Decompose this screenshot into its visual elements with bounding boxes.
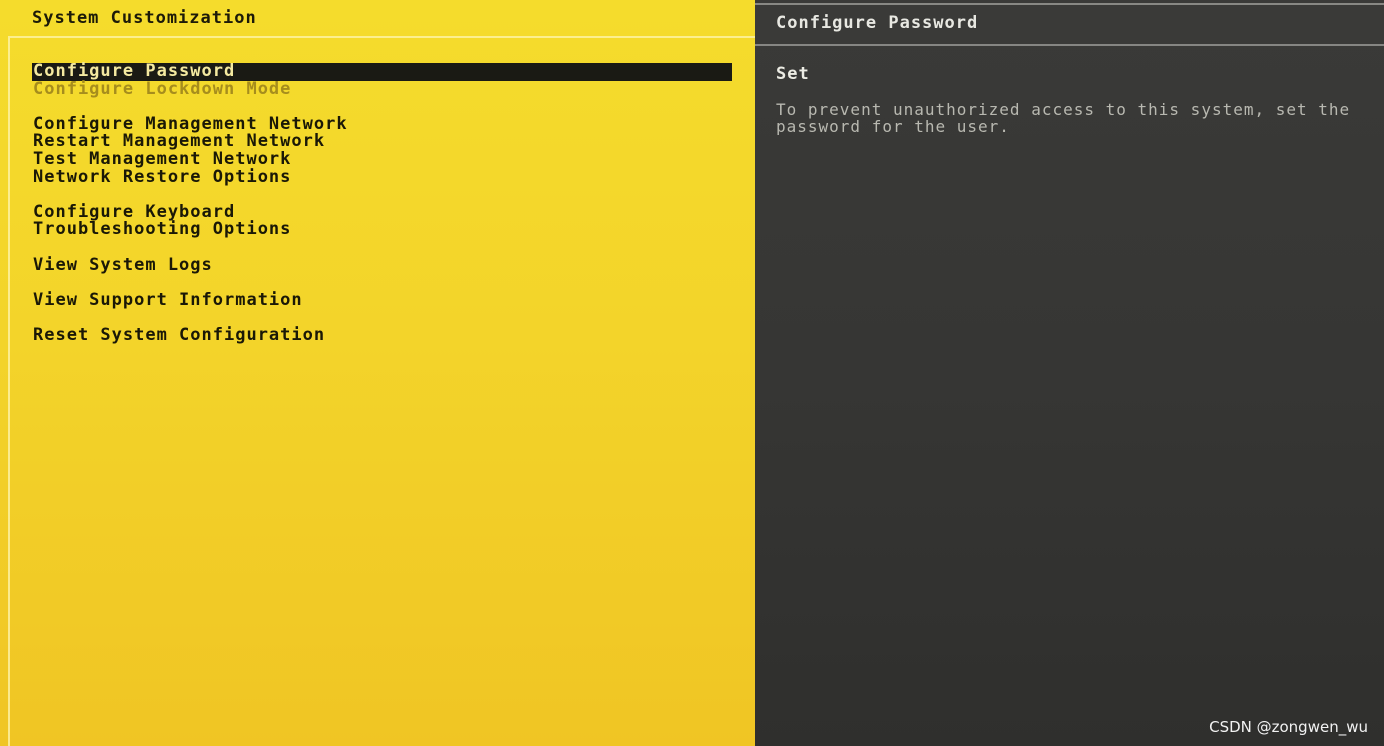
details-description: To prevent unauthorized access to this s… xyxy=(776,101,1382,135)
details-title: Configure Password xyxy=(776,13,979,33)
description-line: To prevent unauthorized access to this s… xyxy=(776,101,1351,119)
menu-spacer xyxy=(32,239,732,257)
customization-menu: Configure Password Configure Lockdown Mod… xyxy=(32,62,732,345)
details-title-rule xyxy=(755,44,1384,46)
menu-item-test-management-network[interactable]: Test Management Network xyxy=(32,150,732,169)
watermark: CSDN @zongwen_wu xyxy=(1209,718,1368,736)
menu-item-reset-system-configuration[interactable]: Reset System Configuration xyxy=(32,326,732,345)
menu-item-configure-password[interactable]: Configure Password xyxy=(32,62,732,81)
menu-item-view-system-logs[interactable]: View System Logs xyxy=(32,256,732,275)
description-line: password for the user. xyxy=(776,117,1010,135)
menu-item-network-restore-options[interactable]: Network Restore Options xyxy=(32,168,732,187)
details-top-rule xyxy=(755,3,1384,5)
password-status: Set xyxy=(776,64,810,84)
menu-item-configure-lockdown-mode[interactable]: Configure Lockdown Mode xyxy=(32,80,732,99)
menu-item-view-support-information[interactable]: View Support Information xyxy=(32,291,732,310)
dcui-screen: System Customization Configure Password … xyxy=(0,0,1384,746)
pane-title: System Customization xyxy=(32,8,257,28)
menu-item-troubleshooting-options[interactable]: Troubleshooting Options xyxy=(32,221,732,239)
